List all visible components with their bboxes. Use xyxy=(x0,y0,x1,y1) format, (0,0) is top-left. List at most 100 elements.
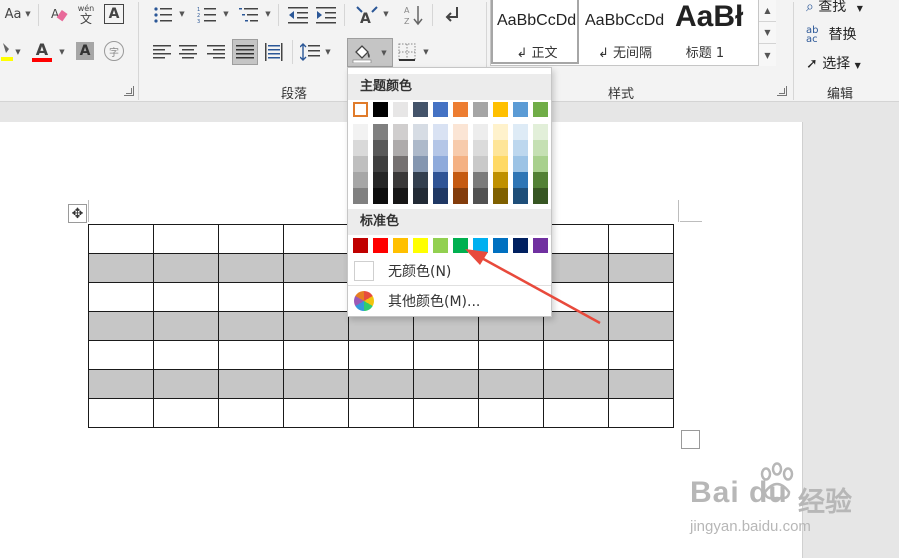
borders-button[interactable] xyxy=(395,40,419,64)
table-cell[interactable] xyxy=(348,369,414,399)
highlight-button[interactable] xyxy=(0,40,14,62)
gallery-down-icon[interactable]: ▼ xyxy=(759,22,776,44)
theme-color-swatch[interactable] xyxy=(533,102,548,117)
theme-tint-swatch[interactable] xyxy=(453,156,468,172)
theme-tint-swatch[interactable] xyxy=(433,172,448,188)
table-cell[interactable] xyxy=(153,282,219,312)
gallery-up-icon[interactable]: ▲ xyxy=(759,0,776,22)
table-cell[interactable] xyxy=(608,340,674,370)
theme-tint-swatch[interactable] xyxy=(413,124,428,140)
theme-tint-swatch[interactable] xyxy=(513,188,528,204)
shading-button[interactable]: ▼ xyxy=(347,38,393,67)
table-cell[interactable] xyxy=(478,369,544,399)
character-shading-button[interactable]: A xyxy=(76,42,94,60)
theme-tint-swatch[interactable] xyxy=(453,188,468,204)
theme-tint-swatch[interactable] xyxy=(453,140,468,156)
theme-color-swatch[interactable] xyxy=(393,102,408,117)
change-case-button[interactable]: Aa xyxy=(0,4,26,24)
table-cell[interactable] xyxy=(283,369,349,399)
table-cell[interactable] xyxy=(543,224,609,254)
table-cell[interactable] xyxy=(153,311,219,341)
style-heading-1[interactable]: AaBł 标题 1 xyxy=(671,0,759,64)
justify-button[interactable] xyxy=(232,39,258,65)
chinese-layout-dropdown-icon[interactable]: ▼ xyxy=(382,9,390,19)
no-color-option[interactable]: 无颜色(N) xyxy=(348,257,551,285)
align-left-button[interactable] xyxy=(150,40,174,64)
standard-color-swatch[interactable] xyxy=(353,238,368,253)
multilevel-list-button[interactable] xyxy=(236,4,262,26)
theme-tint-swatch[interactable] xyxy=(373,188,388,204)
theme-tint-swatch[interactable] xyxy=(513,140,528,156)
theme-tint-swatch[interactable] xyxy=(493,124,508,140)
theme-tint-swatch[interactable] xyxy=(413,188,428,204)
theme-tint-swatch[interactable] xyxy=(353,140,368,156)
bullets-button[interactable] xyxy=(150,4,176,26)
table-cell[interactable] xyxy=(153,253,219,283)
multilevel-dropdown-icon[interactable]: ▼ xyxy=(264,9,272,19)
table-cell[interactable] xyxy=(283,282,349,312)
table-cell[interactable] xyxy=(543,253,609,283)
theme-color-swatch[interactable] xyxy=(353,102,368,117)
theme-tint-swatch[interactable] xyxy=(493,172,508,188)
theme-tint-swatch[interactable] xyxy=(353,156,368,172)
align-center-button[interactable] xyxy=(176,40,200,64)
shading-dropdown-icon[interactable]: ▼ xyxy=(380,48,388,58)
character-border-button[interactable]: A xyxy=(104,4,124,24)
theme-tint-swatch[interactable] xyxy=(413,156,428,172)
theme-tint-swatch[interactable] xyxy=(433,188,448,204)
table-cell[interactable] xyxy=(478,398,544,428)
table-cell[interactable] xyxy=(88,398,154,428)
theme-color-swatch[interactable] xyxy=(433,102,448,117)
theme-tint-swatch[interactable] xyxy=(533,124,548,140)
theme-color-swatch[interactable] xyxy=(473,102,488,117)
theme-tint-swatch[interactable] xyxy=(353,124,368,140)
table-cell[interactable] xyxy=(413,340,479,370)
table-cell[interactable] xyxy=(88,340,154,370)
increase-indent-button[interactable] xyxy=(314,4,338,26)
enclose-characters-button[interactable]: 字 xyxy=(104,41,124,61)
find-button[interactable]: ⌕ 查找 ▼ xyxy=(806,0,863,16)
table-move-handle[interactable]: ✥ xyxy=(68,204,87,223)
theme-tint-swatch[interactable] xyxy=(513,172,528,188)
theme-tint-swatch[interactable] xyxy=(373,156,388,172)
standard-color-swatch[interactable] xyxy=(393,238,408,253)
numbering-button[interactable]: 1 2 3 xyxy=(194,4,220,26)
select-button[interactable]: ➚ 选择 ▼ xyxy=(806,53,861,73)
standard-color-swatch[interactable] xyxy=(413,238,428,253)
standard-color-swatch[interactable] xyxy=(433,238,448,253)
table-cell[interactable] xyxy=(608,282,674,312)
show-hide-marks-button[interactable] xyxy=(440,3,464,27)
theme-tint-swatch[interactable] xyxy=(433,124,448,140)
table-cell[interactable] xyxy=(218,253,284,283)
table-cell[interactable] xyxy=(543,340,609,370)
theme-tint-swatch[interactable] xyxy=(373,140,388,156)
sort-button[interactable]: AZ xyxy=(402,3,426,27)
table-cell[interactable] xyxy=(608,398,674,428)
table-cell[interactable] xyxy=(543,369,609,399)
theme-tint-swatch[interactable] xyxy=(533,140,548,156)
standard-color-swatch[interactable] xyxy=(533,238,548,253)
theme-tint-swatch[interactable] xyxy=(353,172,368,188)
bullets-dropdown-icon[interactable]: ▼ xyxy=(178,9,186,19)
table-cell[interactable] xyxy=(478,340,544,370)
theme-tint-swatch[interactable] xyxy=(453,124,468,140)
theme-tint-swatch[interactable] xyxy=(473,140,488,156)
theme-tint-swatch[interactable] xyxy=(473,172,488,188)
decrease-indent-button[interactable] xyxy=(286,4,310,26)
theme-tint-swatch[interactable] xyxy=(453,172,468,188)
line-spacing-dropdown-icon[interactable]: ▼ xyxy=(324,47,332,57)
table-cell[interactable] xyxy=(608,253,674,283)
font-color-dropdown-icon[interactable]: ▼ xyxy=(58,47,66,57)
numbering-dropdown-icon[interactable]: ▼ xyxy=(222,9,230,19)
theme-tint-swatch[interactable] xyxy=(393,156,408,172)
standard-color-swatch[interactable] xyxy=(453,238,468,253)
table-cell[interactable] xyxy=(283,340,349,370)
theme-tint-swatch[interactable] xyxy=(413,140,428,156)
table-cell[interactable] xyxy=(88,369,154,399)
theme-color-swatch[interactable] xyxy=(413,102,428,117)
theme-tint-swatch[interactable] xyxy=(413,172,428,188)
replace-button[interactable]: ab ac 替换 xyxy=(806,24,856,45)
theme-tint-swatch[interactable] xyxy=(393,140,408,156)
theme-tint-swatch[interactable] xyxy=(393,172,408,188)
theme-tint-swatch[interactable] xyxy=(493,140,508,156)
